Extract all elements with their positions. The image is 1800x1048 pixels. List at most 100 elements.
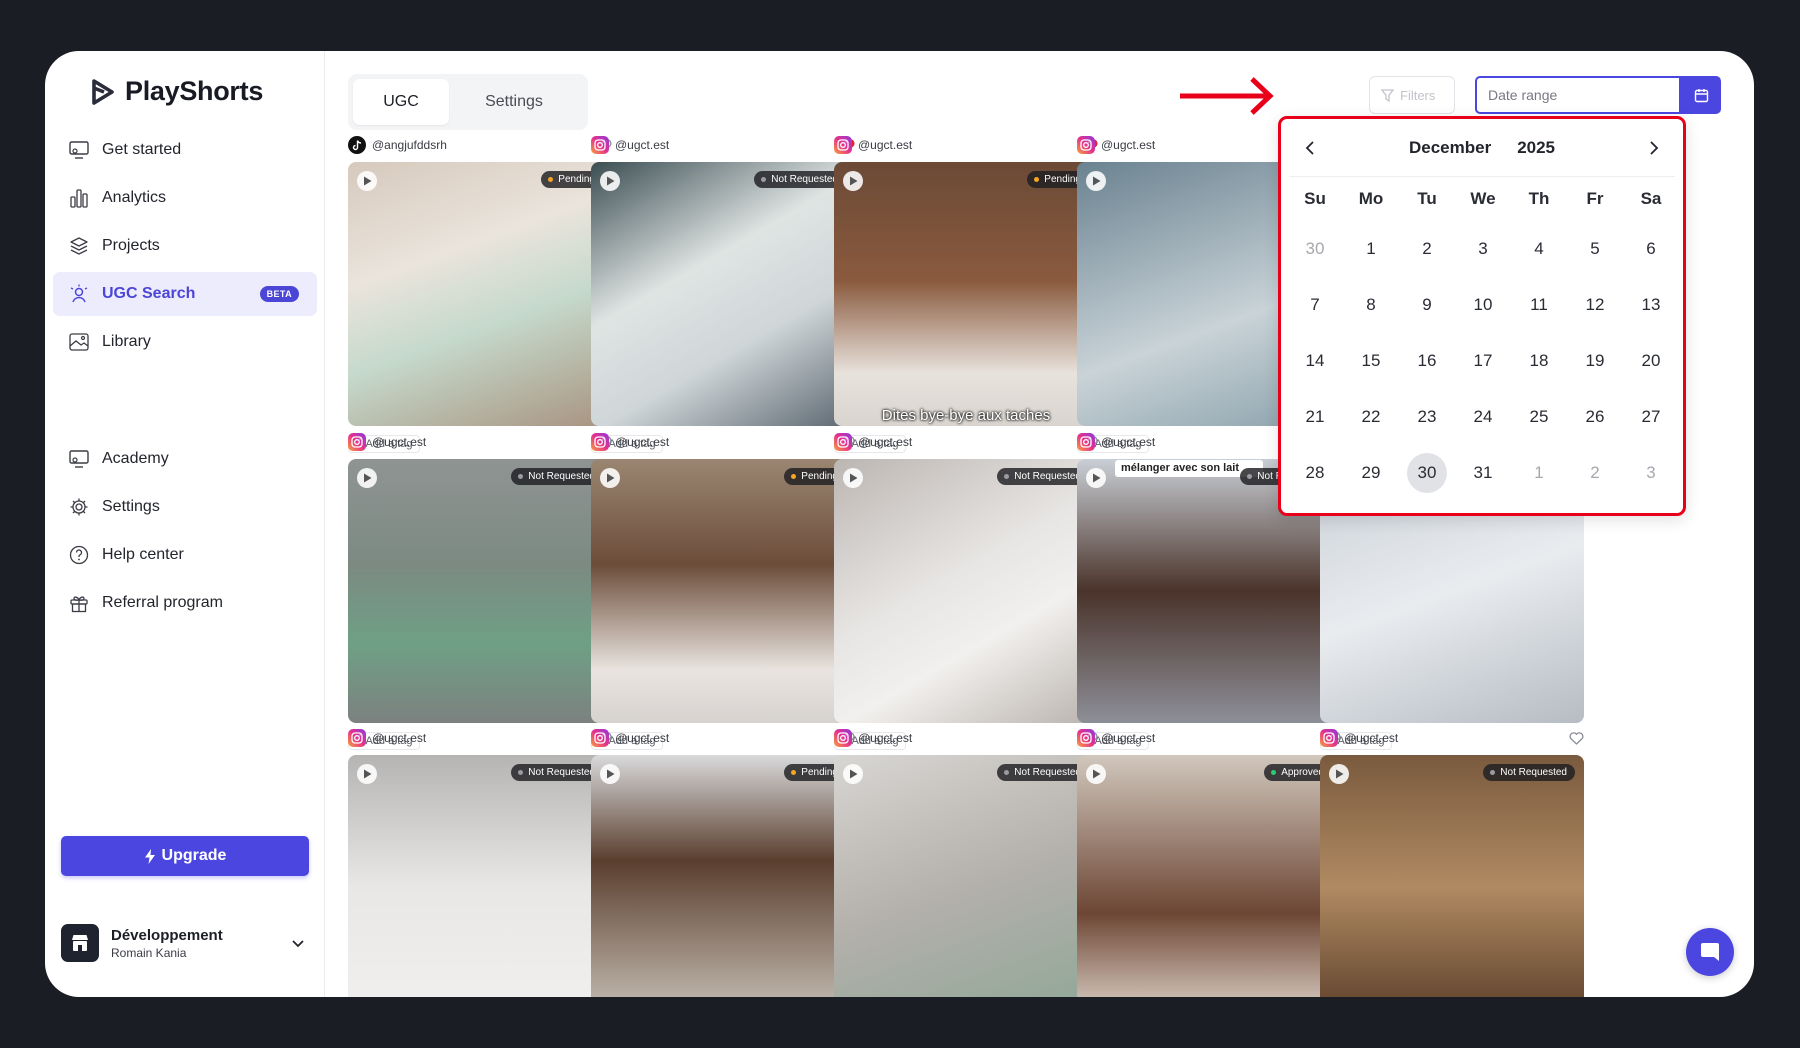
- calendar-day[interactable]: 4: [1511, 221, 1567, 277]
- calendar-day[interactable]: 18: [1511, 333, 1567, 389]
- nav-item-settings[interactable]: Settings: [53, 485, 317, 529]
- calendar-day[interactable]: 27: [1623, 389, 1679, 445]
- calendar-day[interactable]: 20: [1623, 333, 1679, 389]
- nav-item-projects[interactable]: Projects: [53, 224, 317, 268]
- creator-handle[interactable]: @angjufddsrh: [372, 138, 447, 152]
- calendar-day-selected[interactable]: 30: [1399, 445, 1455, 501]
- play-icon[interactable]: [357, 468, 377, 488]
- creator-handle[interactable]: @ugct.est: [858, 731, 912, 745]
- nav-item-ugc-search[interactable]: UGC Search BETA: [53, 272, 317, 316]
- tab-ugc[interactable]: UGC: [353, 79, 449, 125]
- calendar-day[interactable]: 28: [1287, 445, 1343, 501]
- calendar-day[interactable]: 29: [1343, 445, 1399, 501]
- creator-handle[interactable]: @ugct.est: [615, 435, 669, 449]
- day-number: 23: [1417, 407, 1437, 426]
- calendar-day[interactable]: 1: [1511, 445, 1567, 501]
- instagram-icon: [834, 433, 852, 451]
- creator-handle[interactable]: @ugct.est: [858, 435, 912, 449]
- calendar-day[interactable]: 26: [1567, 389, 1623, 445]
- calendar-day[interactable]: 31: [1455, 445, 1511, 501]
- calendar-day[interactable]: 16: [1399, 333, 1455, 389]
- calendar-day[interactable]: 13: [1623, 277, 1679, 333]
- workspace-switcher[interactable]: Développement Romain Kania: [61, 921, 311, 965]
- video-thumbnail[interactable]: Not Requested: [591, 162, 855, 426]
- video-thumbnail[interactable]: Not Requested: [348, 755, 612, 997]
- creator-handle[interactable]: @ugct.est: [1101, 731, 1155, 745]
- creator-handle[interactable]: @ugct.est: [372, 731, 426, 745]
- logo[interactable]: PlayShorts: [92, 76, 263, 107]
- calendar-day[interactable]: 12: [1567, 277, 1623, 333]
- play-icon[interactable]: [1329, 764, 1349, 784]
- play-icon[interactable]: [1086, 468, 1106, 488]
- calendar-day[interactable]: 25: [1511, 389, 1567, 445]
- calendar-day[interactable]: 22: [1343, 389, 1399, 445]
- calendar-day[interactable]: 11: [1511, 277, 1567, 333]
- play-icon[interactable]: [600, 764, 620, 784]
- play-icon[interactable]: [600, 171, 620, 191]
- play-icon[interactable]: [357, 171, 377, 191]
- upgrade-button[interactable]: Upgrade: [61, 836, 309, 876]
- calendar-day[interactable]: 9: [1399, 277, 1455, 333]
- calendar-day[interactable]: 3: [1623, 445, 1679, 501]
- calendar-day[interactable]: 3: [1455, 221, 1511, 277]
- chevron-down-icon: [292, 939, 304, 947]
- creator-handle[interactable]: @ugct.est: [1101, 138, 1155, 152]
- calendar-day[interactable]: 14: [1287, 333, 1343, 389]
- play-icon[interactable]: [843, 468, 863, 488]
- creator-handle[interactable]: @ugct.est: [1101, 435, 1155, 449]
- calendar-day[interactable]: 23: [1399, 389, 1455, 445]
- video-thumbnail[interactable]: Not Requested: [834, 459, 1098, 723]
- play-icon[interactable]: [357, 764, 377, 784]
- calendar-week: 7 8 9 10 11 12 13: [1287, 277, 1679, 333]
- calendar-day[interactable]: 5: [1567, 221, 1623, 277]
- next-month-button[interactable]: [1641, 135, 1667, 161]
- chat-launcher-button[interactable]: [1686, 928, 1734, 976]
- calendar-day[interactable]: 2: [1399, 221, 1455, 277]
- calendar-day[interactable]: 1: [1343, 221, 1399, 277]
- nav-item-referral-program[interactable]: Referral program: [53, 581, 317, 625]
- creator-handle[interactable]: @ugct.est: [615, 731, 669, 745]
- video-thumbnail[interactable]: Approved: [1077, 755, 1341, 997]
- nav-item-help-center[interactable]: Help center: [53, 533, 317, 577]
- calendar-day[interactable]: 15: [1343, 333, 1399, 389]
- video-thumbnail[interactable]: Pending: [348, 162, 612, 426]
- filters-button[interactable]: Filters: [1369, 76, 1455, 114]
- help-icon: [68, 544, 90, 566]
- video-thumbnail[interactable]: Not Requested: [348, 459, 612, 723]
- video-thumbnail[interactable]: Pending: [591, 755, 855, 997]
- heart-icon[interactable]: [1569, 731, 1584, 745]
- calendar-day[interactable]: 17: [1455, 333, 1511, 389]
- play-icon[interactable]: [843, 171, 863, 191]
- play-icon[interactable]: [1086, 764, 1106, 784]
- calendar-button[interactable]: [1681, 76, 1721, 114]
- calendar-day[interactable]: 21: [1287, 389, 1343, 445]
- prev-month-button[interactable]: [1297, 135, 1323, 161]
- creator-handle[interactable]: @ugct.est: [615, 138, 669, 152]
- play-icon[interactable]: [843, 764, 863, 784]
- calendar-day[interactable]: 24: [1455, 389, 1511, 445]
- video-thumbnail[interactable]: Not Requested: [1320, 755, 1584, 997]
- calendar-day[interactable]: 19: [1567, 333, 1623, 389]
- play-icon[interactable]: [1086, 171, 1106, 191]
- main-nav: Get started Analytics Projects UGC Searc…: [53, 128, 317, 368]
- calendar-day[interactable]: 10: [1455, 277, 1511, 333]
- calendar-day[interactable]: 2: [1567, 445, 1623, 501]
- creator-handle[interactable]: @ugct.est: [372, 435, 426, 449]
- video-thumbnail[interactable]: Pending: [591, 459, 855, 723]
- calendar-day[interactable]: 7: [1287, 277, 1343, 333]
- date-range-input[interactable]: [1475, 76, 1681, 114]
- calendar-day[interactable]: 8: [1343, 277, 1399, 333]
- play-icon[interactable]: [600, 468, 620, 488]
- video-thumbnail[interactable]: Not Requested: [834, 755, 1098, 997]
- calendar-day[interactable]: 6: [1623, 221, 1679, 277]
- nav-item-analytics[interactable]: Analytics: [53, 176, 317, 220]
- day-number: 28: [1305, 463, 1325, 482]
- video-thumbnail[interactable]: Pending Dites bye-bye aux taches: [834, 162, 1098, 426]
- creator-handle[interactable]: @ugct.est: [1344, 731, 1398, 745]
- nav-item-library[interactable]: Library: [53, 320, 317, 364]
- creator-handle[interactable]: @ugct.est: [858, 138, 912, 152]
- calendar-day[interactable]: 30: [1287, 221, 1343, 277]
- tab-settings[interactable]: Settings: [449, 79, 579, 125]
- nav-item-get-started[interactable]: Get started: [53, 128, 317, 172]
- nav-item-academy[interactable]: Academy: [53, 437, 317, 481]
